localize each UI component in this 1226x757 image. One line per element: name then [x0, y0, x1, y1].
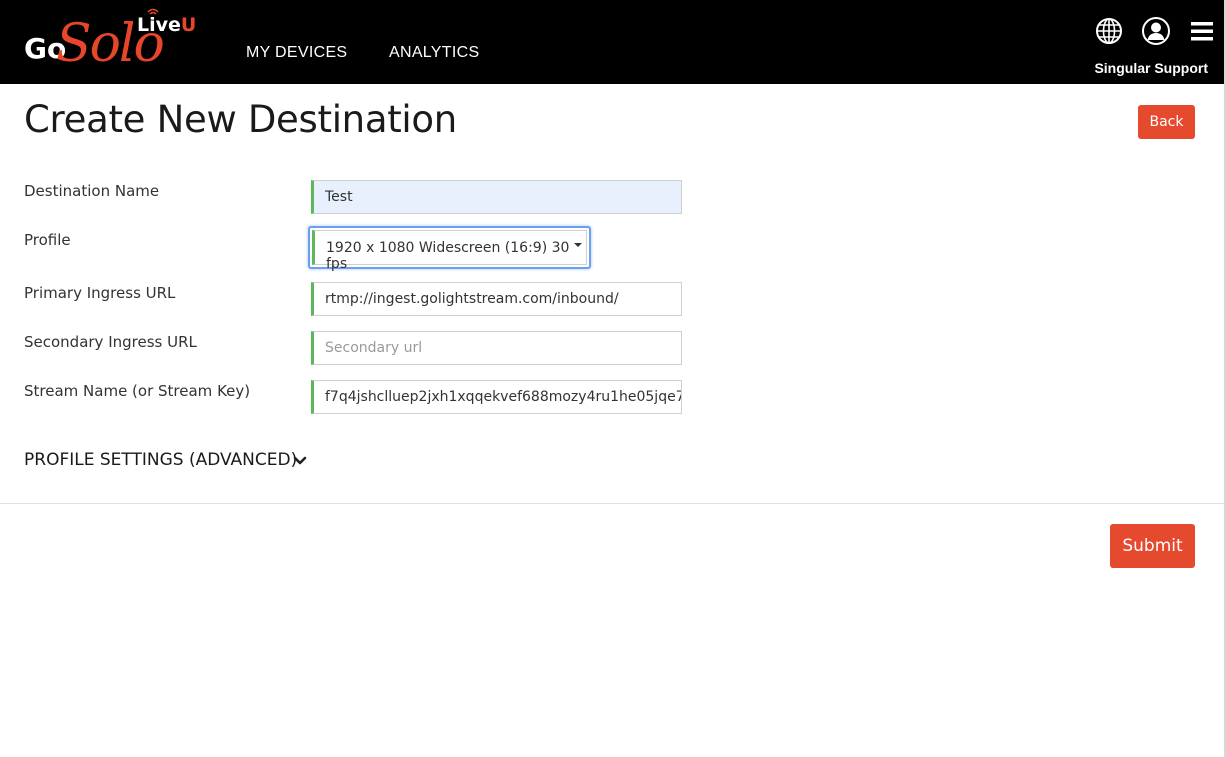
secondary-url-label: Secondary Ingress URL: [24, 333, 197, 351]
secondary-url-input[interactable]: [311, 331, 682, 365]
page-title: Create New Destination: [24, 98, 457, 141]
hamburger-menu-icon[interactable]: [1187, 16, 1217, 46]
globe-icon[interactable]: [1094, 16, 1124, 46]
stream-name-input[interactable]: [311, 380, 682, 414]
gosolo-logo[interactable]: Go Solo LiveU: [24, 8, 199, 74]
profile-select-value: 1920 x 1080 Widescreen (16:9) 30 fps: [312, 230, 587, 272]
caret-down-icon: [574, 243, 582, 247]
profile-select[interactable]: 1920 x 1080 Widescreen (16:9) 30 fps: [308, 226, 591, 272]
user-account-icon[interactable]: [1141, 16, 1171, 46]
profile-settings-toggle[interactable]: PROFILE SETTINGS (ADVANCED): [24, 450, 297, 470]
current-user-name[interactable]: Singular Support: [1094, 60, 1208, 76]
logo-u-text: U: [180, 14, 197, 36]
logo-live-text: Live: [137, 14, 181, 36]
logo-liveu-text: LiveU: [137, 14, 196, 36]
section-divider: [0, 503, 1224, 504]
primary-url-input[interactable]: [311, 282, 682, 316]
top-navbar: Go Solo LiveU MY DEVICES ANALYTICS Singu…: [0, 0, 1224, 84]
nav-my-devices[interactable]: MY DEVICES: [246, 44, 347, 62]
primary-url-label: Primary Ingress URL: [24, 284, 176, 302]
destination-name-input[interactable]: [311, 180, 682, 214]
profile-label: Profile: [24, 231, 71, 249]
nav-analytics[interactable]: ANALYTICS: [389, 44, 479, 62]
stream-name-label: Stream Name (or Stream Key): [24, 382, 251, 400]
submit-button[interactable]: Submit: [1110, 524, 1195, 568]
destination-name-label: Destination Name: [24, 182, 160, 200]
chevron-down-icon[interactable]: [293, 455, 307, 467]
back-button[interactable]: Back: [1138, 105, 1195, 139]
